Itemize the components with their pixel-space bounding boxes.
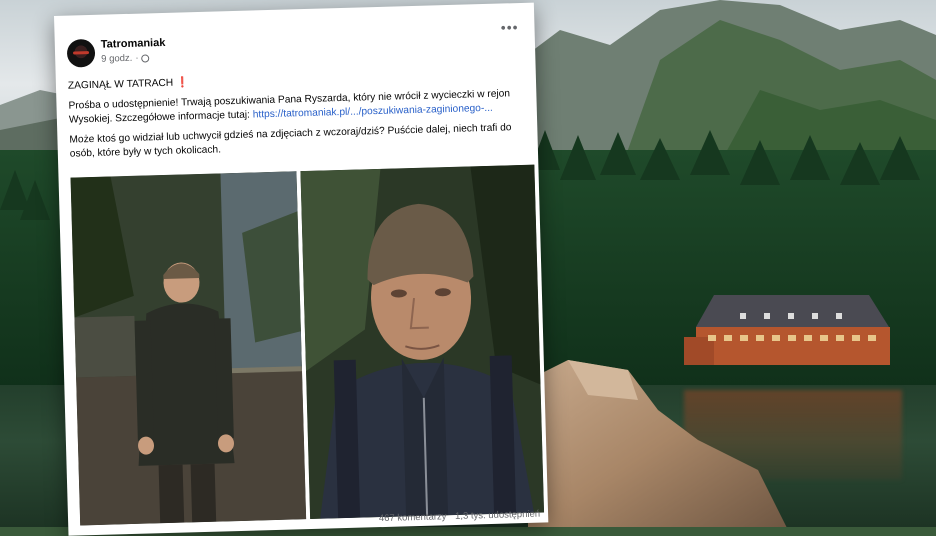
photo-missing-man-full[interactable] bbox=[70, 171, 307, 526]
post-heading-text: ZAGINĄŁ W TATRACH bbox=[67, 77, 174, 92]
page-avatar[interactable] bbox=[66, 38, 96, 68]
page-name[interactable]: Tatromaniak bbox=[101, 37, 166, 51]
facebook-post-card: Tatromaniak 9 godz. · ••• ZAGINĄŁ W TATR… bbox=[54, 2, 549, 536]
more-options-icon[interactable]: ••• bbox=[501, 19, 519, 35]
comments-count[interactable]: 467 komentarzy bbox=[379, 511, 447, 524]
exclamation-icon: ❗ bbox=[175, 77, 189, 89]
post-photos bbox=[70, 164, 545, 526]
photo-missing-man-portrait[interactable] bbox=[300, 164, 545, 520]
post-header: Tatromaniak 9 godz. · ••• bbox=[66, 19, 524, 74]
post-text: ZAGINĄŁ W TATRACH ❗ Prośba o udostępnien… bbox=[68, 67, 520, 168]
post-paragraph-2: Może ktoś go widział lub uchwycił gdzieś… bbox=[69, 122, 512, 160]
shares-count[interactable]: 1,3 tys. udostępnień bbox=[455, 509, 540, 522]
post-meta: 9 godz. · bbox=[101, 52, 150, 65]
photo-right-illustration bbox=[300, 164, 545, 520]
photo-left-illustration bbox=[70, 171, 307, 526]
post-timestamp[interactable]: 9 godz. bbox=[101, 53, 132, 65]
post-paragraph-1: Prośba o udostępnienie! Trwają poszukiwa… bbox=[68, 87, 519, 128]
globe-icon bbox=[141, 53, 150, 63]
foreground-rock bbox=[528, 360, 787, 527]
mountain-lodge bbox=[684, 295, 890, 365]
